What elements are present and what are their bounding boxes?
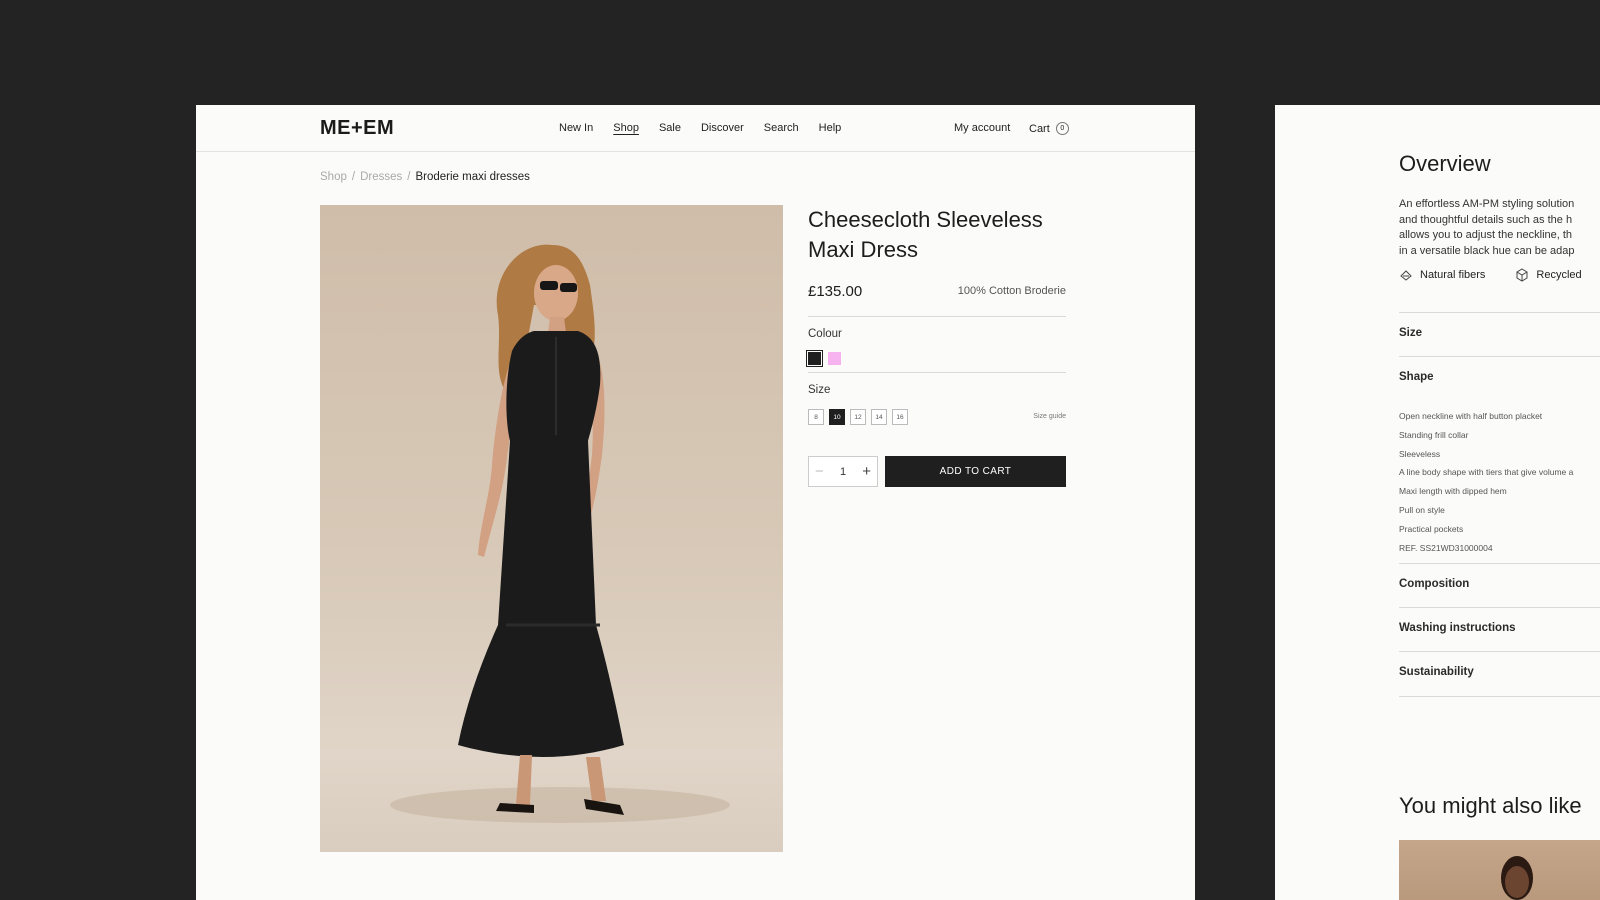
nav-search[interactable]: Search — [764, 122, 799, 134]
shape-list: Open neckline with half button placket S… — [1399, 407, 1573, 557]
site-logo[interactable]: ME+EM — [320, 117, 394, 140]
quantity-value[interactable]: 1 — [840, 466, 846, 478]
product-material: 100% Cotton Broderie — [957, 285, 1066, 297]
size-guide-link[interactable]: Size guide — [1016, 413, 1066, 420]
you-might-also-like-heading: You might also like — [1399, 793, 1582, 818]
divider — [1399, 312, 1600, 313]
list-item: Maxi length with dipped hem — [1399, 486, 1507, 497]
list-item: Practical pockets — [1399, 523, 1464, 534]
overview-heading: Overview — [1399, 151, 1491, 176]
nav-shop[interactable]: Shop — [613, 122, 639, 134]
nav-help[interactable]: Help — [819, 122, 842, 134]
nav-new-in[interactable]: New In — [559, 122, 593, 134]
natural-fibers-badge: Natural fibers — [1399, 268, 1485, 282]
list-item: Sleeveless — [1399, 448, 1441, 459]
size-option-12[interactable]: 12 — [850, 409, 866, 425]
site-header: ME+EM New In Shop Sale Discover Search H… — [196, 105, 1195, 152]
quantity-decrease-button[interactable]: − — [815, 464, 824, 479]
recycled-badge: Recycled — [1515, 268, 1582, 282]
breadcrumb-separator: / — [407, 171, 411, 183]
colour-swatch-black[interactable] — [806, 350, 823, 367]
list-item: Standing frill collar — [1399, 429, 1469, 440]
accordion-shape[interactable]: Shape — [1399, 371, 1434, 383]
list-item: A line body shape with tiers that give v… — [1399, 467, 1574, 478]
add-to-cart-button[interactable]: ADD TO CART — [885, 456, 1066, 487]
size-option-16[interactable]: 16 — [892, 409, 908, 425]
product-title: Cheesecloth Sleeveless Maxi Dress — [808, 205, 1078, 265]
quantity-increase-button[interactable]: + — [862, 464, 871, 479]
product-title-line: Cheesecloth Sleeveless — [808, 207, 1043, 232]
size-label: Size — [808, 384, 831, 396]
overview-line: An effortless AM-PM styling solution — [1399, 198, 1575, 210]
cart-count-badge: 0 — [1055, 122, 1069, 135]
badge-label: Recycled — [1536, 269, 1582, 281]
overview-line: and thoughtful details such as the h — [1399, 213, 1573, 226]
nav-sale[interactable]: Sale — [659, 122, 681, 134]
breadcrumb-separator: / — [351, 171, 356, 183]
product-price: £135.00 — [808, 283, 863, 300]
product-image[interactable] — [320, 205, 783, 852]
badge-label: Natural fibers — [1420, 269, 1486, 281]
accordion-washing-instructions[interactable]: Washing instructions — [1399, 622, 1516, 634]
leaf-icon — [1400, 270, 1412, 281]
size-selector: 8 10 12 14 16 — [808, 409, 908, 425]
accordion-sustainability[interactable]: Sustainability — [1399, 666, 1474, 678]
divider — [1399, 607, 1600, 608]
divider — [1399, 651, 1600, 652]
product-details-panel: Overview An effortless AM-PM styling sol… — [1275, 105, 1600, 900]
overview-line: in a versatile black hue can be adap — [1399, 244, 1575, 257]
cart-link[interactable]: Cart 0 — [1029, 122, 1069, 135]
accordion-size[interactable]: Size — [1399, 327, 1422, 339]
product-photo-figure — [390, 244, 730, 823]
list-item: REF. SS21WD31000004 — [1399, 542, 1493, 553]
divider — [1399, 563, 1600, 564]
breadcrumb-shop[interactable]: Shop — [320, 171, 347, 183]
divider — [1399, 356, 1600, 357]
main-nav: New In Shop Sale Discover Search Help — [559, 122, 841, 134]
accordion-composition[interactable]: Composition — [1399, 578, 1469, 590]
list-item: Open neckline with half button placket — [1399, 411, 1543, 421]
list-item: Pull on style — [1399, 504, 1445, 515]
colour-label: Colour — [808, 328, 842, 340]
recommended-photo-figure — [1501, 856, 1533, 900]
breadcrumb-current: Broderie maxi dresses — [415, 171, 530, 183]
sustainability-badges: Natural fibers Recycled — [1399, 268, 1582, 282]
size-option-10[interactable]: 10 — [829, 409, 845, 425]
size-option-14[interactable]: 14 — [871, 409, 887, 425]
size-option-8[interactable]: 8 — [808, 409, 824, 425]
overview-text: An effortless AM-PM styling solution and … — [1399, 197, 1600, 259]
quantity-stepper: − 1 + — [808, 456, 878, 487]
product-title-line: Maxi Dress — [808, 237, 919, 262]
product-page-panel: ME+EM New In Shop Sale Discover Search H… — [196, 105, 1195, 900]
divider — [1399, 696, 1600, 697]
divider — [808, 372, 1066, 373]
nav-discover[interactable]: Discover — [701, 122, 744, 134]
colour-swatch-pink[interactable] — [828, 352, 841, 365]
cart-label: Cart — [1029, 122, 1050, 135]
recommended-product-image[interactable] — [1399, 840, 1600, 900]
breadcrumb: Shop / Dresses / Broderie maxi dresses — [320, 171, 530, 183]
divider — [808, 316, 1066, 317]
overview-line: allows you to adjust the neckline, th — [1399, 229, 1573, 242]
my-account-link[interactable]: My account — [954, 122, 1010, 134]
breadcrumb-dresses[interactable]: Dresses — [360, 171, 402, 183]
box-icon — [1516, 268, 1528, 282]
